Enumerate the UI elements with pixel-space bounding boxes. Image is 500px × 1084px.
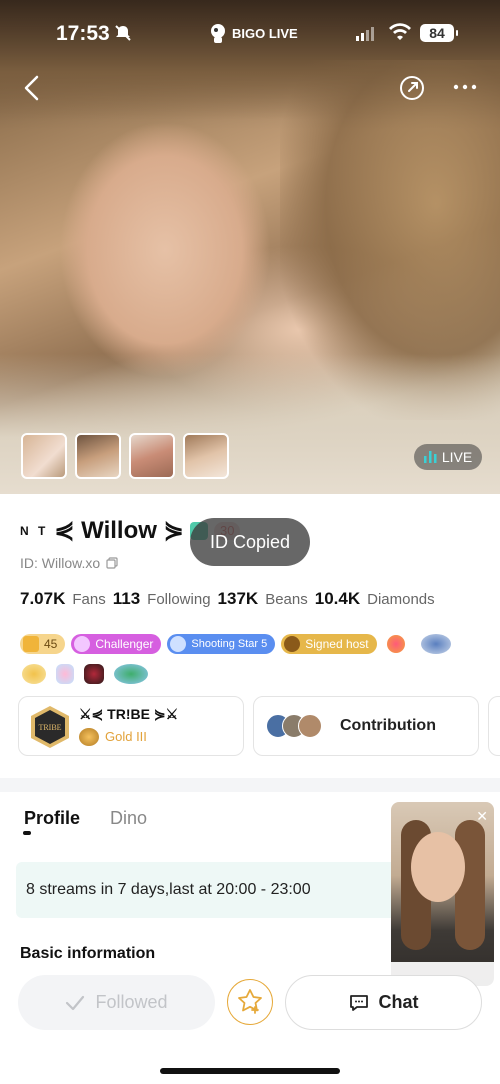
status-time: 17:53 xyxy=(56,22,110,45)
beans-count: 137K xyxy=(217,589,259,608)
share-icon[interactable] xyxy=(398,74,426,107)
unicorn-icon[interactable] xyxy=(56,664,74,684)
fans-label: Fans xyxy=(72,591,106,608)
globe-wings-icon[interactable] xyxy=(114,664,148,684)
heart-medal-icon[interactable] xyxy=(386,635,405,653)
live-stream-cover[interactable]: 17:53 BIGO LIVE 84 LIVE xyxy=(0,0,500,494)
back-arrow-icon[interactable] xyxy=(20,74,44,107)
diamonds-label: Diamonds xyxy=(367,591,435,608)
tribe-emblem-icon: TRIBE xyxy=(31,706,69,748)
svg-text:TRIBE: TRIBE xyxy=(38,723,61,732)
live-badge[interactable]: LIVE xyxy=(414,444,482,470)
thumbnail-3[interactable] xyxy=(129,433,175,479)
signed-host-icon xyxy=(284,636,301,652)
challenger-icon xyxy=(74,636,91,652)
bigo-logo-icon xyxy=(211,24,225,43)
shooting-star-icon xyxy=(170,636,187,652)
contribution-label: Contribution xyxy=(340,717,436,734)
tab-profile[interactable]: Profile xyxy=(24,808,80,829)
basic-information-heading: Basic information xyxy=(20,945,156,962)
favorite-button[interactable] xyxy=(227,979,273,1025)
diamonds-count: 10.4K xyxy=(314,589,361,608)
next-card-peek[interactable] xyxy=(488,696,500,756)
tribe-card[interactable]: TRIBE ⚔⋞ TR!BE ⋟⚔ Gold III xyxy=(18,696,244,756)
profile-tabs: Profile Dino xyxy=(24,808,147,829)
signed-host-label: Signed host xyxy=(305,637,369,651)
brand-label: BIGO LIVE xyxy=(232,25,298,41)
copy-icon[interactable] xyxy=(106,557,118,569)
avatar xyxy=(298,714,322,738)
more-options-icon[interactable] xyxy=(452,80,478,98)
bell-muted-icon xyxy=(114,24,132,47)
profile-name-line: N T ⋞ Willow ⋟ xyxy=(20,516,208,545)
beans-label: Beans xyxy=(265,591,308,608)
badge-row-1: 45 Challenger Shooting Star 5 Signed hos… xyxy=(20,634,451,654)
user-id: ID: Willow.xo xyxy=(20,555,101,571)
cellular-signal-icon xyxy=(356,27,374,41)
tribe-rank: Gold III xyxy=(105,729,147,744)
badge-row-2 xyxy=(22,664,148,684)
close-icon[interactable]: ✕ xyxy=(476,808,488,825)
user-id-line[interactable]: ID: Willow.xo xyxy=(20,555,118,571)
chat-bubble-icon xyxy=(349,994,368,1011)
thumbnail-1[interactable] xyxy=(21,433,67,479)
name-prefix: N T xyxy=(20,523,49,538)
live-bars-icon xyxy=(423,451,437,463)
following-count[interactable]: 113 xyxy=(113,589,140,609)
checkmark-icon xyxy=(66,995,85,1010)
followed-label: Followed xyxy=(95,992,168,1012)
following-label: Following xyxy=(147,591,211,608)
challenger-badge[interactable]: Challenger xyxy=(71,634,162,654)
crown-wings-icon[interactable] xyxy=(22,664,46,684)
signed-host-badge[interactable]: Signed host xyxy=(281,634,377,654)
challenger-label: Challenger xyxy=(95,637,154,651)
level-badge[interactable]: 45 xyxy=(20,634,66,654)
live-label: LIVE xyxy=(441,449,473,465)
winged-medal-icon[interactable] xyxy=(420,634,451,654)
devil-icon[interactable] xyxy=(84,664,104,684)
id-copied-toast: ID Copied xyxy=(190,518,310,566)
active-tab-indicator xyxy=(23,831,31,835)
username: ⋞ Willow ⋟ xyxy=(54,517,184,544)
shooting-star-badge[interactable]: Shooting Star 5 xyxy=(167,634,276,654)
thumbnail-2[interactable] xyxy=(75,433,121,479)
section-divider xyxy=(0,778,500,792)
status-bar: 17:53 BIGO LIVE 84 xyxy=(0,0,500,64)
gold-rank-icon xyxy=(79,728,99,746)
followed-button[interactable]: Followed xyxy=(18,975,215,1030)
tribe-name: ⚔⋞ TR!BE ⋟⚔ xyxy=(79,706,179,722)
contributor-avatars xyxy=(266,714,322,738)
thumbnail-4[interactable] xyxy=(183,433,229,479)
shooting-star-label: Shooting Star 5 xyxy=(191,638,268,650)
tab-dino[interactable]: Dino xyxy=(110,808,147,829)
preview-face xyxy=(411,832,465,902)
diamond-icon xyxy=(23,636,39,652)
battery-indicator: 84 xyxy=(420,24,458,42)
floating-live-preview[interactable]: ✕ xyxy=(391,802,494,986)
star-plus-icon xyxy=(237,988,262,1014)
cover-thumbnails xyxy=(21,433,229,479)
fans-count[interactable]: 7.07K xyxy=(20,589,65,609)
chat-button[interactable]: Chat xyxy=(285,975,482,1030)
wifi-icon xyxy=(388,22,412,47)
chat-label: Chat xyxy=(378,992,419,1012)
contribution-card[interactable]: Contribution xyxy=(253,696,479,756)
level-badge-value: 45 xyxy=(44,637,58,651)
profile-stats: 7.07K Fans 113 Following 137K Beans 10.4K Di… xyxy=(20,589,435,609)
home-indicator xyxy=(160,1068,340,1074)
bigo-live-brand: BIGO LIVE xyxy=(208,22,298,44)
